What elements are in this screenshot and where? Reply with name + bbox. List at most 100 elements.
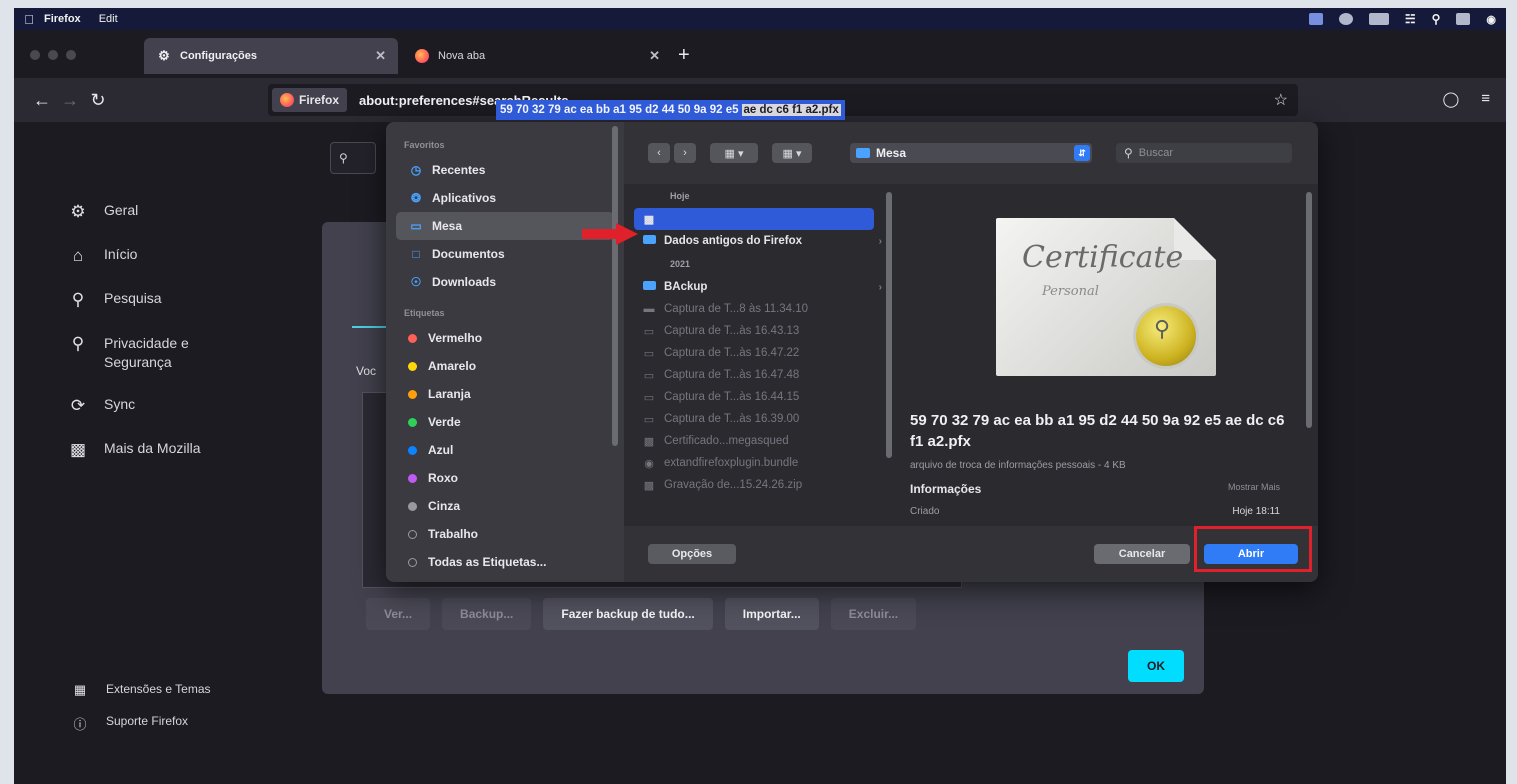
- sidebar-item-geral[interactable]: ⚙ Geral: [64, 202, 284, 222]
- location-dropdown[interactable]: Mesa ⇵: [850, 143, 1092, 163]
- shield-status-icon[interactable]: [1338, 13, 1353, 25]
- sidebar-item-recentes[interactable]: ◷ Recentes: [386, 156, 624, 184]
- pocket-icon[interactable]: ◯: [1442, 90, 1459, 108]
- tag-laranja[interactable]: Laranja: [386, 380, 624, 408]
- bookmark-star-icon[interactable]: ☆: [1274, 90, 1288, 110]
- delete-button[interactable]: Excluir...: [830, 598, 917, 630]
- backup-all-button[interactable]: Fazer backup de tudo...: [543, 598, 713, 630]
- wifi-icon[interactable]: ☵: [1405, 12, 1416, 26]
- sidebar-item-downloads[interactable]: ☉ Downloads: [386, 268, 624, 296]
- back-arrow-icon[interactable]: ←: [28, 90, 56, 111]
- file-row[interactable]: ▩ Certificado...megasqued: [624, 430, 896, 452]
- file-row[interactable]: ▭ Captura de T...às 16.47.22: [624, 342, 896, 364]
- hamburger-menu-icon[interactable]: ≡: [1481, 90, 1490, 108]
- file-row[interactable]: ▩ Gravação de...15.24.26.zip: [624, 474, 896, 496]
- gear-icon: ⚙: [70, 202, 86, 221]
- tag-azul[interactable]: Azul: [386, 436, 624, 464]
- file-row[interactable]: ▭ Captura de T...às 16.44.15: [624, 386, 896, 408]
- sidebar-item-mozilla[interactable]: ▩ Mais da Mozilla: [64, 440, 284, 460]
- tab-configuracoes[interactable]: ⚙ Configurações ✕: [144, 38, 398, 74]
- file-row[interactable]: ▭ Captura de T...às 16.43.13: [624, 320, 896, 342]
- apple-menu-icon[interactable]: : [14, 12, 44, 27]
- preview-scrollbar[interactable]: [1306, 192, 1312, 428]
- siri-icon[interactable]: ◉: [1486, 13, 1496, 26]
- show-more-link[interactable]: Mostrar Mais: [1228, 482, 1280, 496]
- forward-arrow-icon[interactable]: →: [56, 90, 84, 111]
- tag-label: Trabalho: [428, 527, 479, 541]
- desktop-icon: ▭: [410, 219, 422, 233]
- tab-nova-aba[interactable]: Nova aba ✕: [402, 38, 672, 74]
- certificate-buttons: Ver... Backup... Fazer backup de tudo...…: [366, 598, 917, 630]
- sidebar-item-privacidade[interactable]: ⚲ Privacidade e Segurança: [64, 334, 284, 372]
- puzzle-icon: ▦: [73, 682, 87, 697]
- sidebar-item-label: Mesa: [432, 219, 463, 233]
- tag-verde[interactable]: Verde: [386, 408, 624, 436]
- group-mode-button[interactable]: ▦ ▾: [772, 143, 812, 163]
- search-placeholder: Buscar: [1138, 147, 1174, 159]
- tag-todas[interactable]: Todas as Etiquetas...: [386, 548, 624, 576]
- sidebar-item-aplicativos[interactable]: ❂ Aplicativos: [386, 184, 624, 212]
- mac-menu-bar:  Firefox Edit ☵ ⚲ ◉: [14, 8, 1506, 30]
- menu-firefox[interactable]: Firefox: [44, 13, 81, 25]
- folder-name: BAckup: [664, 281, 708, 293]
- spotlight-icon[interactable]: ⚲: [1432, 12, 1441, 26]
- tag-roxo[interactable]: Roxo: [386, 464, 624, 492]
- preview-info-row: Informações Mostrar Mais: [910, 482, 1280, 496]
- view-button[interactable]: Ver...: [366, 598, 431, 630]
- selected-file-name[interactable]: 59 70 32 79 ac ea bb a1 95 d2 44 50 9a 9…: [496, 100, 845, 120]
- sidebar-item-label: Suporte Firefox: [106, 714, 189, 728]
- tag-color-dot-icon: [408, 417, 417, 427]
- reload-icon[interactable]: ↻: [84, 90, 112, 111]
- sidebar-item-suporte[interactable]: ⓘ Suporte Firefox: [66, 714, 211, 733]
- backup-button[interactable]: Backup...: [442, 598, 532, 630]
- sidebar-item-sync[interactable]: ⟳ Sync: [64, 396, 284, 416]
- folder-row[interactable]: BAckup ›: [624, 276, 896, 298]
- cancel-button[interactable]: Cancelar: [1094, 544, 1190, 564]
- file-name: Captura de T...às 16.47.48: [664, 369, 800, 381]
- image-file-icon: ▭: [643, 325, 655, 338]
- close-tab-icon[interactable]: ✕: [375, 48, 386, 64]
- file-row-selected[interactable]: ▩: [634, 208, 874, 230]
- close-window-icon[interactable]: [30, 50, 40, 60]
- file-row[interactable]: ▬ Captura de T...8 às 11.34.10: [624, 298, 896, 320]
- file-row[interactable]: ▭ Captura de T...às 16.39.00: [624, 408, 896, 430]
- ok-button[interactable]: OK: [1128, 650, 1184, 682]
- import-button[interactable]: Importar...: [724, 598, 819, 630]
- chevron-right-icon: ›: [878, 235, 882, 247]
- firefox-icon: [414, 48, 430, 64]
- certificate-file-icon: Certificate Personal ⚲: [996, 218, 1216, 376]
- view-mode-button[interactable]: ▦ ▾: [710, 143, 758, 163]
- control-center-icon[interactable]: [1456, 13, 1471, 25]
- menu-edit[interactable]: Edit: [99, 13, 118, 25]
- tag-trabalho[interactable]: Trabalho: [386, 520, 624, 548]
- folder-row[interactable]: Dados antigos do Firefox ›: [624, 230, 896, 252]
- minimize-window-icon[interactable]: [48, 50, 58, 60]
- sidebar-item-inicio[interactable]: ⌂ Início: [64, 246, 284, 266]
- clock-icon: ◷: [410, 163, 422, 177]
- options-button[interactable]: Opções: [648, 544, 736, 564]
- file-row[interactable]: ◉ extandfirefoxplugin.bundle: [624, 452, 896, 474]
- sidebar-item-extensoes[interactable]: ▦ Extensões e Temas: [66, 682, 211, 698]
- zoom-window-icon[interactable]: [66, 50, 76, 60]
- battery-icon[interactable]: [1368, 13, 1389, 25]
- tag-label: Amarelo: [428, 359, 477, 373]
- screen-icon[interactable]: [1308, 13, 1323, 25]
- tag-cinza[interactable]: Cinza: [386, 492, 624, 520]
- tag-vermelho[interactable]: Vermelho: [386, 324, 624, 352]
- forward-nav-button[interactable]: ›: [674, 143, 696, 163]
- file-row[interactable]: ▭ Captura de T...às 16.47.48: [624, 364, 896, 386]
- identity-badge[interactable]: Firefox: [272, 88, 348, 112]
- sidebar-item-label: Downloads: [432, 275, 497, 289]
- tag-label: Azul: [428, 443, 454, 457]
- new-tab-plus-icon[interactable]: +: [678, 44, 690, 67]
- close-tab-icon[interactable]: ✕: [649, 48, 660, 64]
- sidebar-item-pesquisa[interactable]: ⚲ Pesquisa: [64, 290, 284, 310]
- file-list-scrollbar[interactable]: [886, 192, 892, 458]
- back-nav-button[interactable]: ‹: [648, 143, 670, 163]
- tag-amarelo[interactable]: Amarelo: [386, 352, 624, 380]
- sidebar-item-label: Documentos: [432, 247, 505, 261]
- sidebar-scrollbar[interactable]: [612, 126, 618, 446]
- search-input[interactable]: ⚲ Buscar: [1116, 143, 1292, 163]
- certificate-icon-subtitle: Personal: [1042, 284, 1099, 299]
- preferences-search-input[interactable]: ⚲: [330, 142, 376, 174]
